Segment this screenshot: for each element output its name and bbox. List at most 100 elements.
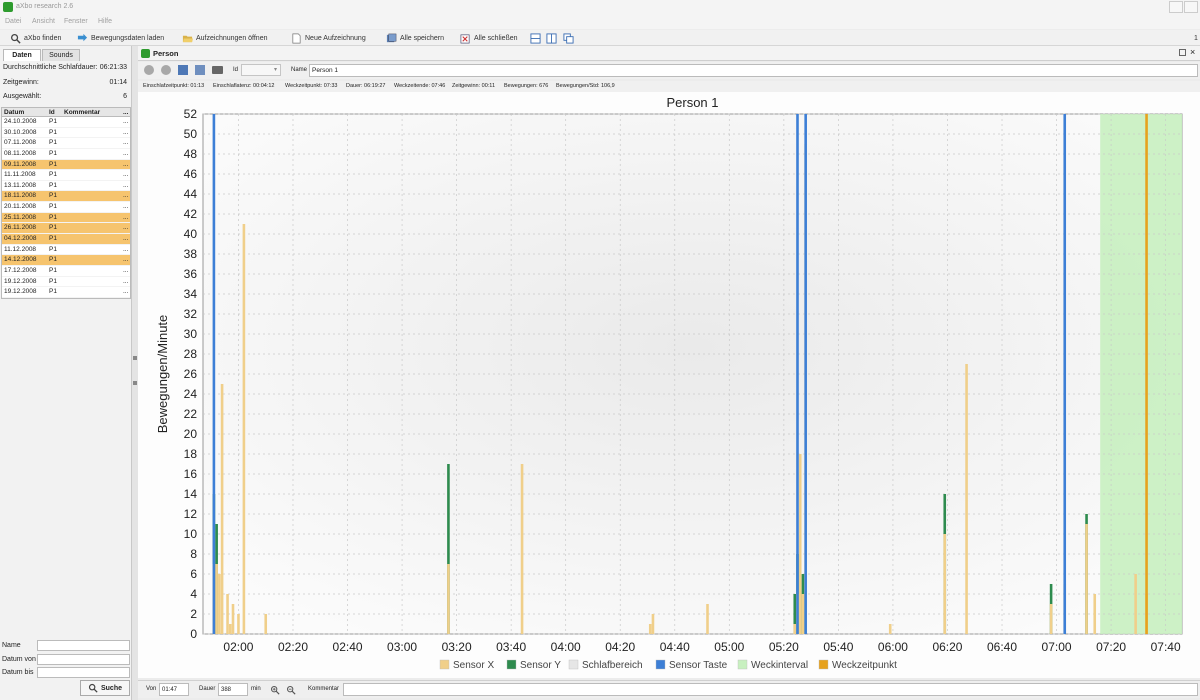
row-more-button[interactable]: ... <box>123 246 128 253</box>
row-more-button[interactable]: ... <box>123 129 128 136</box>
row-id: P1 <box>49 203 57 211</box>
menu-ansicht[interactable]: Ansicht <box>32 18 55 25</box>
row-more-button[interactable]: ... <box>123 139 128 146</box>
new-recording-button[interactable]: Neue Aufzeichnung <box>291 31 366 45</box>
stop-icon[interactable] <box>161 65 171 75</box>
y-tick-label: 30 <box>184 327 198 341</box>
filter-date-from: Datum von <box>2 654 130 665</box>
minimize-button[interactable] <box>1169 1 1183 13</box>
y-tick-label: 8 <box>190 547 197 561</box>
info-movements: Bewegungen: 676 <box>504 83 549 89</box>
layout-cascade-button[interactable] <box>563 31 574 45</box>
save-all-button[interactable]: Alle speichern <box>386 31 444 45</box>
y-tick-label: 34 <box>184 287 198 301</box>
layout-vertical-button[interactable] <box>546 31 557 45</box>
layout-horizontal-button[interactable] <box>530 31 541 45</box>
row-more-button[interactable]: ... <box>123 214 128 221</box>
table-row[interactable]: 25.11.2008 P1... <box>2 212 130 224</box>
record-icon[interactable] <box>144 65 154 75</box>
save-as-icon[interactable] <box>195 65 205 75</box>
col-date-header[interactable]: Datum <box>4 109 24 116</box>
close-button[interactable] <box>1184 1 1198 13</box>
row-more-button[interactable]: ... <box>123 256 128 263</box>
row-id: P1 <box>49 128 57 136</box>
menu-fenster[interactable]: Fenster <box>64 18 88 25</box>
close-panel-icon[interactable]: × <box>1190 48 1195 57</box>
row-more-button[interactable]: ... <box>123 118 128 125</box>
filter-date-from-input[interactable] <box>37 654 130 665</box>
table-row[interactable]: 24.10.2008 P1... <box>2 117 130 128</box>
table-row[interactable]: 13.11.2008 P1... <box>2 181 130 192</box>
menu-datei[interactable]: Datei <box>5 18 21 25</box>
row-more-button[interactable]: ... <box>123 278 128 285</box>
row-id: P1 <box>49 118 57 125</box>
row-more-button[interactable]: ... <box>123 224 128 231</box>
name-input[interactable]: Person 1 <box>309 64 1198 77</box>
dauer-input[interactable]: 388 <box>218 683 248 696</box>
row-more-button[interactable]: ... <box>123 235 128 242</box>
kommentar-input[interactable] <box>343 683 1198 696</box>
row-more-button[interactable]: ... <box>123 182 128 189</box>
menu-hilfe[interactable]: Hilfe <box>98 18 112 25</box>
table-row[interactable]: 19.12.2008 P1... <box>2 277 130 288</box>
collapse-left-icon[interactable] <box>133 356 137 360</box>
search-button[interactable]: Suche <box>80 680 130 696</box>
filter-date-to-input[interactable] <box>37 667 130 678</box>
open-recordings-button[interactable]: Aufzeichnungen öffnen <box>182 31 268 45</box>
table-row[interactable]: 07.11.2008 P1... <box>2 138 130 149</box>
row-more-button[interactable]: ... <box>123 161 128 168</box>
collapse-right-icon[interactable] <box>133 381 137 385</box>
col-comment-header[interactable]: Kommentar <box>64 109 100 116</box>
sensor-x-bar <box>793 624 797 634</box>
col-id-header[interactable]: Id <box>49 109 55 116</box>
filter-name-input[interactable] <box>37 640 130 651</box>
zoom-in-icon[interactable] <box>270 685 280 695</box>
find-axbo-button[interactable]: aXbo finden <box>10 31 61 45</box>
close-all-button[interactable]: Alle schließen <box>460 31 518 45</box>
row-more-button[interactable]: ... <box>123 267 128 274</box>
table-row[interactable]: 04.12.2008 P1... <box>2 234 130 245</box>
table-row[interactable]: 20.11.2008 P1... <box>2 202 130 213</box>
row-more-button[interactable]: ... <box>123 203 128 210</box>
table-row[interactable]: 11.11.2008 P1... <box>2 170 130 181</box>
row-more-button[interactable]: ... <box>123 192 128 199</box>
col-more-header[interactable]: ... <box>123 109 128 116</box>
table-row[interactable]: 11.12.2008 P1... <box>2 245 130 256</box>
legend-label: Sensor Taste <box>669 660 728 671</box>
row-more-button[interactable]: ... <box>123 150 128 157</box>
row-date: 19.12.2008 <box>4 277 37 285</box>
row-id: P1 <box>49 288 57 296</box>
tab-daten[interactable]: Daten <box>3 49 41 61</box>
row-more-button[interactable]: ... <box>123 171 128 178</box>
search-icon <box>11 33 21 44</box>
toolbar: aXbo finden Bewegungsdaten laden Aufzeic… <box>0 30 1200 46</box>
table-row[interactable]: 17.12.2008 P1... <box>2 266 130 277</box>
sensor-taste-line <box>796 114 799 634</box>
dauer-label: Dauer <box>199 686 216 692</box>
row-date: 20.11.2008 <box>4 203 37 211</box>
table-row[interactable]: 14.12.2008 P1... <box>2 255 130 266</box>
load-data-button[interactable]: Bewegungsdaten laden <box>77 31 164 45</box>
stat-selected-label: Ausgewählt: <box>3 93 42 100</box>
legend-swatch <box>439 659 450 670</box>
table-row[interactable]: 19.12.2008 P1... <box>2 287 130 298</box>
table-row[interactable]: 30.10.2008 P1... <box>2 128 130 139</box>
table-row[interactable]: 08.11.2008 P1... <box>2 149 130 160</box>
sensor-x-bar <box>520 464 524 634</box>
table-row[interactable]: 18.11.2008 P1... <box>2 191 130 203</box>
x-tick-label: 06:40 <box>987 640 1017 654</box>
von-input[interactable]: 01:47 <box>159 683 189 696</box>
chevron-down-icon: ▾ <box>273 67 277 73</box>
id-select[interactable]: ▾ <box>241 64 281 76</box>
restore-icon[interactable] <box>1179 49 1186 56</box>
save-icon[interactable] <box>178 65 188 75</box>
row-more-button[interactable]: ... <box>123 288 128 295</box>
tab-sounds[interactable]: Sounds <box>42 49 80 61</box>
zoom-out-icon[interactable] <box>286 685 296 695</box>
table-row[interactable]: 09.11.2008 P1... <box>2 159 130 171</box>
x-tick-label: 04:20 <box>605 640 635 654</box>
table-row[interactable]: 26.11.2008 P1... <box>2 223 130 235</box>
print-icon[interactable] <box>212 66 223 74</box>
info-wake-time: Weckzeitpunkt: 07:33 <box>285 83 338 89</box>
x-tick-label: 05:20 <box>769 640 799 654</box>
